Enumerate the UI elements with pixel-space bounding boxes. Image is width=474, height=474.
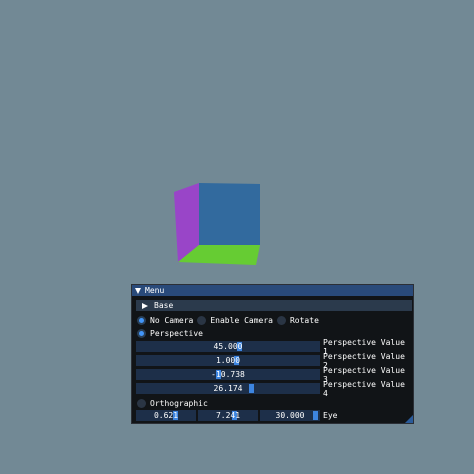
perspective-slider-2[interactable]: 1.000 [136,355,320,366]
slider-value: 30.000 [275,411,305,420]
base-collapsing-header[interactable]: Base [136,300,412,311]
slider-value: 45.000 [213,342,243,351]
slider-value: 26.174 [213,384,243,393]
collapse-arrow-icon[interactable] [135,287,141,294]
radio-rotate[interactable] [276,315,286,325]
expand-arrow-icon [142,302,148,309]
eye-label: Eye [323,411,338,420]
menu-title-bar[interactable]: Menu [132,285,413,296]
radio-no-camera-label: No Camera [150,315,194,325]
radio-perspective-label: Perspective [150,328,203,338]
camera-mode-row: No Camera Enable Camera Rotate [137,314,323,326]
slider-value: 7.241 [215,411,241,420]
perspective-slider-1[interactable]: 45.000 [136,341,320,352]
perspective-row: Perspective [137,327,207,339]
radio-orthographic[interactable] [137,398,146,408]
eye-z-slider[interactable]: 30.000 [260,410,320,421]
perspective-slider-4-label: Perspective Value 4 [323,379,405,398]
radio-enable-camera-label: Enable Camera [210,315,273,325]
radio-perspective[interactable] [137,328,146,338]
perspective-slider-4[interactable]: 26.174 [136,383,320,394]
menu-window[interactable]: Menu Base No Camera Enable Camera Rotate… [131,284,414,424]
menu-title: Menu [145,286,165,295]
radio-orthographic-label: Orthographic [150,398,208,408]
perspective-slider-3[interactable]: -10.738 [136,369,320,380]
resize-grip-icon[interactable] [405,415,413,423]
base-header-label: Base [154,301,174,310]
slider-grab[interactable] [313,411,318,420]
cube-front-face [199,183,260,245]
radio-enable-camera[interactable] [197,315,207,325]
orthographic-row: Orthographic [137,397,212,409]
radio-rotate-label: Rotate [289,315,319,325]
radio-no-camera[interactable] [137,315,146,325]
slider-grab[interactable] [249,384,254,393]
perspective-slider-2-label: Perspective Value 2 [323,351,405,370]
slider-value: 0.621 [153,411,179,420]
slider-value: -10.738 [211,370,245,379]
eye-y-slider[interactable]: 7.241 [198,410,258,421]
eye-x-slider[interactable]: 0.621 [136,410,196,421]
perspective-slider-1-label: Perspective Value 1 [323,337,405,356]
slider-value: 1.000 [215,356,241,365]
perspective-slider-3-label: Perspective Value 3 [323,365,405,384]
